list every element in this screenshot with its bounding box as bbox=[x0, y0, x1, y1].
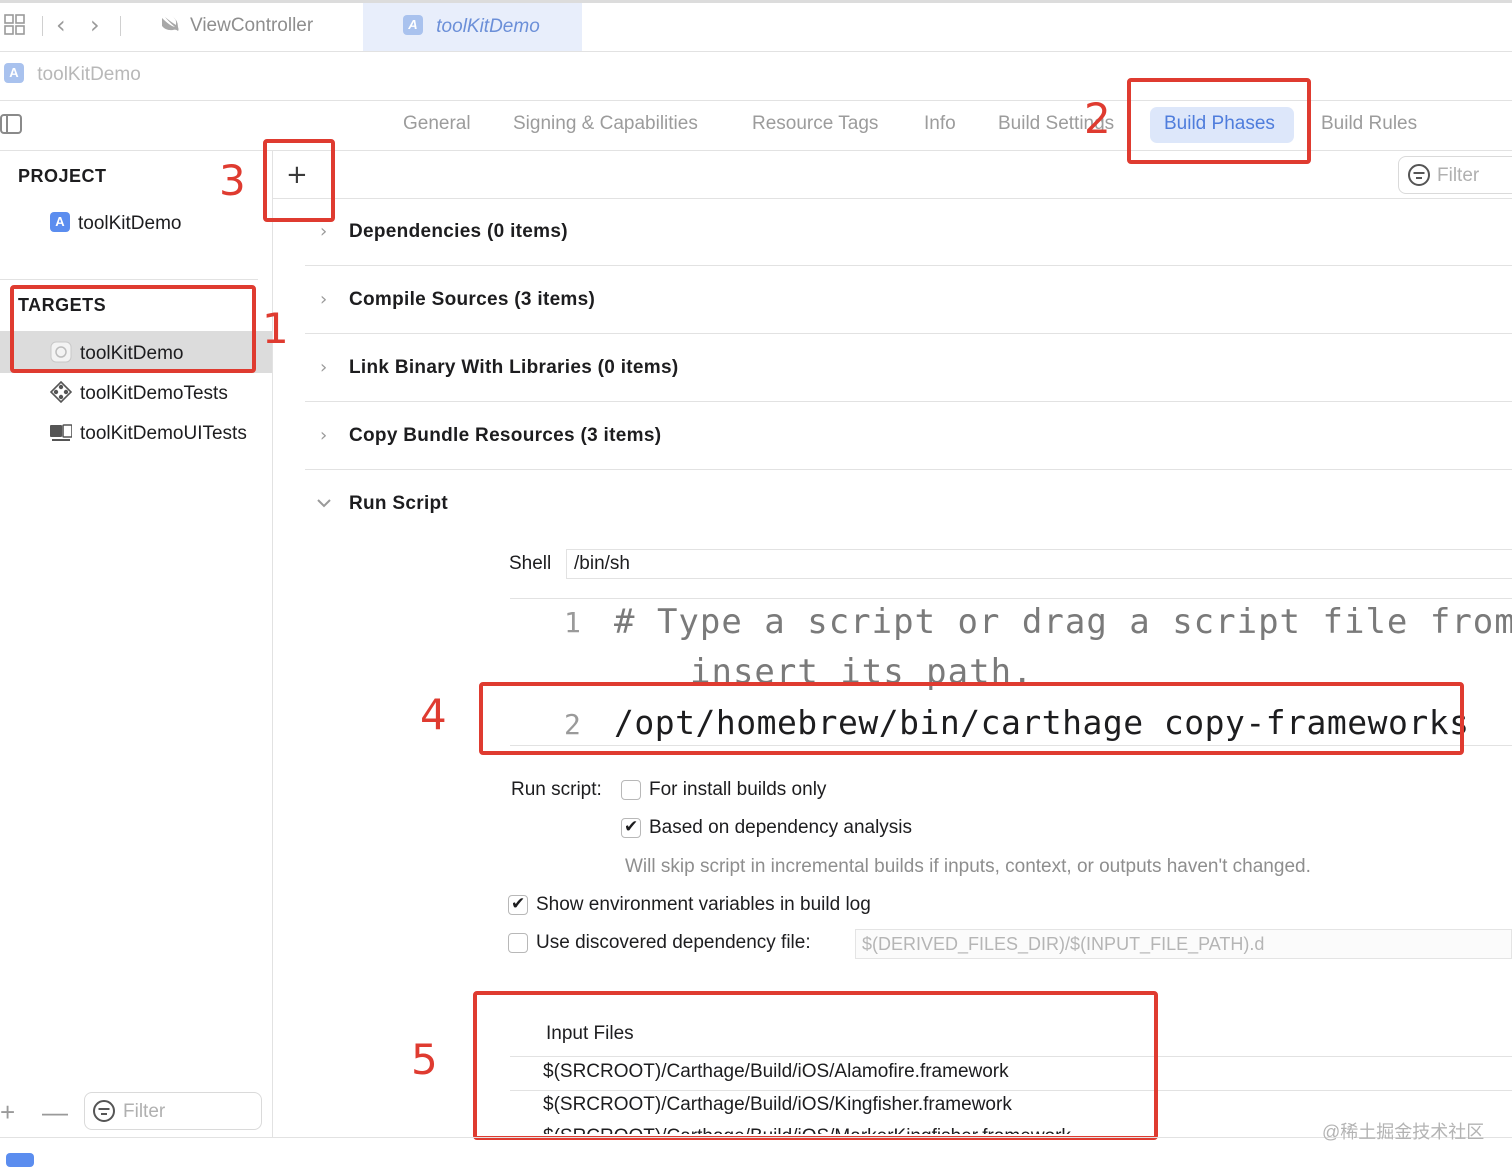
grid-icon[interactable] bbox=[4, 14, 26, 36]
divider bbox=[0, 279, 258, 280]
chevron-right-icon[interactable]: › bbox=[320, 357, 327, 378]
chevron-right-icon[interactable]: › bbox=[320, 425, 327, 446]
toolbar-divider bbox=[42, 16, 43, 36]
discovered-dep-placeholder: $(DERIVED_FILES_DIR)/$(INPUT_FILE_PATH).… bbox=[862, 934, 1265, 954]
filter-icon bbox=[93, 1100, 115, 1122]
swift-icon bbox=[162, 16, 179, 31]
phases-filter-placeholder: Filter bbox=[1437, 165, 1480, 186]
annotation-number-3: 3 bbox=[219, 156, 246, 205]
phase-link-binary[interactable]: Link Binary With Libraries (0 items) bbox=[349, 357, 678, 379]
annotation-number-2: 2 bbox=[1084, 94, 1111, 143]
annotation-box-4 bbox=[479, 682, 1464, 755]
sidebar-item-project[interactable]: toolKitDemo bbox=[50, 212, 182, 235]
status-indicator bbox=[6, 1153, 34, 1167]
tab-build-rules[interactable]: Build Rules bbox=[1321, 113, 1417, 135]
dependency-analysis-hint: Will skip script in incremental builds i… bbox=[625, 856, 1311, 877]
forward-chevron-icon[interactable]: › bbox=[90, 13, 100, 37]
annotation-box-3 bbox=[263, 139, 335, 222]
phase-run-script[interactable]: Run Script bbox=[349, 493, 448, 515]
test-target-icon bbox=[50, 381, 72, 403]
sidebar-item-target-tests[interactable]: toolKitDemoTests bbox=[50, 381, 228, 405]
remove-target-button[interactable]: — bbox=[42, 1097, 68, 1128]
sidebar-filter-field[interactable]: Filter bbox=[84, 1092, 262, 1130]
filter-icon bbox=[1408, 164, 1430, 186]
divider bbox=[305, 265, 1512, 266]
tab-signing-capabilities[interactable]: Signing & Capabilities bbox=[513, 113, 698, 135]
breadcrumb[interactable]: toolKitDemo bbox=[4, 63, 141, 86]
phase-compile-sources[interactable]: Compile Sources (3 items) bbox=[349, 289, 595, 311]
divider bbox=[305, 333, 1512, 334]
chevron-down-icon[interactable] bbox=[316, 497, 332, 509]
watermark: @稀土掘金技术社区 bbox=[1322, 1122, 1485, 1142]
install-builds-only-label[interactable]: For install builds only bbox=[649, 779, 826, 801]
bottom-divider bbox=[0, 1137, 1512, 1138]
chevron-right-icon[interactable]: › bbox=[320, 221, 327, 242]
dependency-analysis-label[interactable]: Based on dependency analysis bbox=[649, 817, 912, 839]
shell-field[interactable] bbox=[566, 549, 1512, 579]
sidebar-filter-placeholder: Filter bbox=[123, 1101, 166, 1122]
shell-value[interactable]: /bin/sh bbox=[574, 553, 630, 575]
app-icon bbox=[403, 15, 423, 35]
sidebar-item-label: toolKitDemo bbox=[78, 213, 182, 234]
add-target-button[interactable]: + bbox=[0, 1097, 15, 1128]
run-script-label: Run script: bbox=[511, 779, 602, 800]
phases-filter-field[interactable]: Filter bbox=[1398, 156, 1512, 194]
annotation-number-4: 4 bbox=[420, 690, 447, 739]
discovered-dep-label[interactable]: Use discovered dependency file: bbox=[536, 932, 811, 954]
chevron-right-icon[interactable]: › bbox=[320, 289, 327, 310]
tab-label: ViewController bbox=[190, 15, 314, 36]
phase-copy-bundle-resources[interactable]: Copy Bundle Resources (3 items) bbox=[349, 425, 661, 447]
install-builds-only-checkbox[interactable] bbox=[621, 780, 641, 800]
show-env-checkbox[interactable] bbox=[508, 894, 528, 915]
breadcrumb-label: toolKitDemo bbox=[37, 64, 141, 85]
tab-general[interactable]: General bbox=[403, 113, 471, 135]
ui-test-target-icon bbox=[50, 424, 72, 441]
sidebar-item-label: toolKitDemoTests bbox=[80, 383, 228, 404]
line-number: 1 bbox=[564, 606, 581, 639]
annotation-box-1 bbox=[10, 285, 256, 373]
toolbar-divider bbox=[120, 16, 121, 36]
project-section-header: PROJECT bbox=[18, 166, 107, 186]
dependency-analysis-checkbox[interactable] bbox=[621, 817, 641, 838]
shell-label: Shell bbox=[509, 553, 552, 574]
divider bbox=[272, 198, 1512, 199]
sidebar-toggle-icon[interactable] bbox=[0, 114, 22, 134]
sidebar-item-target-uitests[interactable]: toolKitDemoUITests bbox=[50, 421, 247, 445]
annotation-number-5: 5 bbox=[411, 1035, 438, 1084]
project-icon bbox=[50, 212, 70, 232]
script-line-1[interactable]: # Type a script or drag a script file fr… bbox=[614, 602, 1512, 642]
project-icon bbox=[4, 63, 24, 83]
tab-viewcontroller[interactable]: ViewController bbox=[160, 14, 313, 37]
divider bbox=[510, 598, 1512, 599]
tab-info[interactable]: Info bbox=[924, 113, 956, 135]
annotation-box-5 bbox=[473, 991, 1158, 1140]
tab-toolkitdemo-label[interactable]: toolKitDemo bbox=[403, 15, 540, 38]
divider bbox=[0, 51, 1512, 52]
divider bbox=[305, 401, 1512, 402]
show-env-label[interactable]: Show environment variables in build log bbox=[536, 894, 871, 916]
phase-dependencies[interactable]: Dependencies (0 items) bbox=[349, 221, 568, 243]
back-chevron-icon[interactable]: ‹ bbox=[56, 13, 66, 37]
sidebar-divider bbox=[272, 150, 273, 1137]
discovered-dep-checkbox[interactable] bbox=[508, 933, 528, 953]
tab-resource-tags[interactable]: Resource Tags bbox=[752, 113, 878, 135]
annotation-number-1: 1 bbox=[262, 304, 289, 353]
tab-label: toolKitDemo bbox=[436, 16, 540, 37]
annotation-box-2 bbox=[1127, 78, 1311, 164]
divider bbox=[305, 469, 1512, 470]
sidebar-item-label: toolKitDemoUITests bbox=[80, 423, 247, 444]
